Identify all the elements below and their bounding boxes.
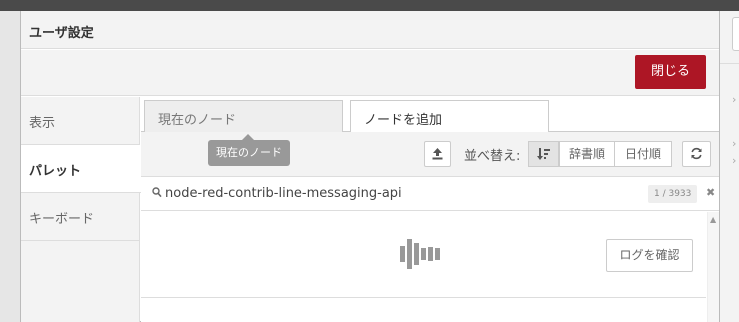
dialog-titlebar: ユーザ設定 — [21, 11, 719, 49]
chevron-right-icon: › — [732, 154, 737, 167]
close-button[interactable]: 閉じる — [635, 55, 706, 89]
palette-tabs: 現在のノード ノードを追加 — [141, 97, 719, 133]
sidebar-item-label: キーボード — [29, 212, 95, 227]
upload-icon — [432, 148, 443, 160]
sort-icon — [536, 148, 550, 160]
sidebar-item-label: パレット — [29, 164, 82, 179]
search-icon — [152, 187, 162, 198]
search-input[interactable] — [165, 182, 635, 204]
list-item: ログを確認 — [141, 212, 706, 298]
sidebar-item-view[interactable]: 表示 — [21, 97, 140, 145]
loading-spinner-icon — [400, 239, 444, 269]
sidebar-item-keyboard[interactable]: キーボード — [21, 193, 140, 241]
refresh-button[interactable] — [682, 141, 711, 167]
scroll-up-icon[interactable]: ▲ — [710, 215, 716, 224]
sort-alphabetical-button[interactable]: 辞書順 — [559, 141, 615, 167]
settings-sidebar: 表示 パレット キーボード — [21, 97, 141, 322]
tab-label: ノードを追加 — [364, 113, 443, 128]
search-bar: 1 / 3933 ✖ — [141, 177, 719, 211]
tab-install[interactable]: ノードを追加 — [350, 100, 549, 133]
tab-label: 現在のノード — [158, 113, 237, 128]
install-toolbar: 現在のノード 並べ替え: 辞書順 日付順 — [141, 132, 719, 177]
palette-panel: 現在のノード ノードを追加 現在のノード 並べ替え: 辞書順 日付順 node-… — [141, 97, 719, 322]
chevron-right-icon: › — [732, 93, 737, 106]
results-list: ログを確認 ▲ — [141, 212, 719, 322]
dialog-title: ユーザ設定 — [29, 26, 94, 41]
user-settings-dialog: ユーザ設定 閉じる 表示 パレット キーボード 現在のノード ノードを追加 現在… — [20, 11, 720, 322]
background-workspace — [0, 11, 20, 322]
dialog-button-bar: 閉じる — [21, 50, 719, 96]
view-log-button[interactable]: ログを確認 — [606, 239, 693, 272]
results-scrollbar[interactable]: ▲ — [707, 212, 719, 322]
sort-date-button[interactable]: 日付順 — [614, 141, 672, 167]
editor-header — [0, 0, 739, 11]
background-sidebar: › › › — [720, 11, 739, 322]
upload-button[interactable] — [424, 141, 451, 167]
sidebar-item-palette[interactable]: パレット — [21, 145, 141, 193]
result-count: 1 / 3933 — [648, 185, 698, 203]
clear-search-icon[interactable]: ✖ — [706, 186, 715, 199]
background-divider — [720, 63, 739, 64]
background-button-fragment — [732, 17, 739, 51]
sort-label: 並べ替え: — [464, 149, 521, 164]
sidebar-item-label: 表示 — [29, 116, 56, 131]
tooltip: 現在のノード — [208, 134, 290, 166]
refresh-icon — [691, 147, 702, 160]
sort-relevance-button[interactable] — [528, 141, 559, 167]
chevron-right-icon: › — [732, 137, 737, 150]
tab-current-nodes[interactable]: 現在のノード — [144, 100, 343, 132]
